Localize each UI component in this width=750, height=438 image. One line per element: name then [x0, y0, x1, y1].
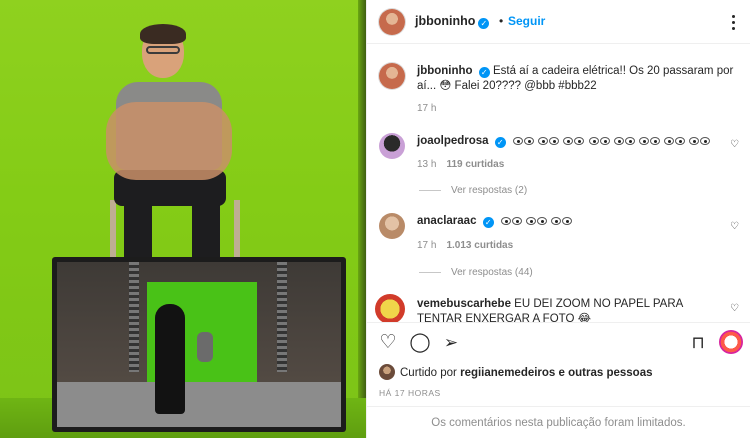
- eyes-emoji-group: [500, 215, 573, 227]
- eyes-emoji: [664, 137, 675, 145]
- like-comment-icon[interactable]: ♡: [730, 140, 740, 150]
- comment-1: joaolpedrosa ✓: [417, 134, 711, 149]
- standing-person: [155, 304, 185, 414]
- studio-wall-edge: [358, 0, 366, 438]
- truss-right: [277, 262, 287, 372]
- eyes-emoji: [588, 137, 599, 145]
- like-comment-icon[interactable]: ♡: [730, 222, 740, 232]
- post-side-panel: jbboninho ✓ • Seguir jbboninho ✓ Está aí …: [366, 0, 750, 438]
- author-username[interactable]: jbboninho ✓: [415, 14, 490, 29]
- eyes-emoji: [650, 137, 660, 145]
- eyes-emoji: [700, 137, 711, 145]
- comment-likes[interactable]: 1.013 curtidas: [446, 240, 513, 251]
- comment-likes[interactable]: 119 curtidas: [446, 159, 504, 170]
- glasses: [146, 46, 180, 54]
- eyes-emoji: [538, 137, 549, 145]
- eyes-emoji: [574, 137, 585, 145]
- hair: [140, 24, 186, 44]
- seated-figure: [197, 332, 213, 362]
- eyes-emoji-group: [512, 135, 711, 147]
- eyes-emoji: [675, 137, 686, 145]
- separator-dot: •: [499, 14, 504, 28]
- post-header: jbboninho ✓ • Seguir: [367, 0, 750, 44]
- liker-avatar[interactable]: [379, 364, 395, 380]
- view-replies-button[interactable]: Ver respostas (2): [419, 185, 527, 196]
- post-time-ago[interactable]: HÁ 17 HORAS: [379, 388, 441, 398]
- eyes-emoji: [689, 137, 700, 145]
- bookmark-icon[interactable]: ⊓: [687, 332, 709, 354]
- arms: [106, 102, 232, 180]
- reels-remix-icon[interactable]: [719, 330, 743, 354]
- comment-icon[interactable]: ◯: [409, 332, 431, 354]
- truss-left: [129, 262, 139, 372]
- author-avatar[interactable]: [379, 9, 405, 35]
- verified-icon: ✓: [478, 18, 490, 29]
- comment-avatar-joaolpedrosa[interactable]: [379, 133, 405, 159]
- eyes-emoji: [562, 217, 573, 225]
- monitor-floor: [57, 382, 341, 427]
- comment-3: vemebuscarhebe EU DEI ZOOM NO PAPEL PARA…: [417, 297, 717, 322]
- verified-icon: ✓: [482, 217, 494, 228]
- heart-icon[interactable]: ♡: [377, 332, 399, 354]
- liked-by-prefix: Curtido por: [400, 367, 457, 379]
- view-replies-button[interactable]: Ver respostas (44): [419, 267, 533, 278]
- verified-icon: ✓: [494, 137, 506, 148]
- liked-by-others[interactable]: e outras pessoas: [559, 367, 653, 379]
- comment-avatar-anaclaraac[interactable]: [379, 213, 405, 239]
- comment-3-clip: vemebuscarhebe EU DEI ZOOM NO PAPEL PARA…: [367, 290, 750, 322]
- monitor-screen: [57, 262, 341, 427]
- caption-username[interactable]: jbboninho: [417, 65, 473, 77]
- post-photo: [0, 0, 366, 438]
- eyes-emoji: [523, 137, 534, 145]
- comment-time[interactable]: 17 h: [417, 240, 436, 251]
- caption-text: jbboninho ✓ Está aí a cadeira elétrica!!…: [417, 64, 735, 94]
- liked-by-user[interactable]: regiianemedeiros: [460, 367, 555, 379]
- caption-avatar[interactable]: [379, 63, 405, 89]
- comment-username[interactable]: joaolpedrosa: [417, 135, 489, 147]
- liked-by-summary: Curtido por regiianemedeiros e outras pe…: [379, 364, 653, 380]
- eyes-emoji: [563, 137, 574, 145]
- author-name[interactable]: jbboninho: [415, 14, 475, 28]
- share-icon[interactable]: ➢: [440, 332, 462, 354]
- verified-icon: ✓: [478, 67, 490, 78]
- comment-2: anaclaraac ✓: [417, 214, 573, 229]
- comment-time[interactable]: 13 h: [417, 159, 436, 170]
- eyes-emoji: [624, 137, 635, 145]
- comment-meta: 17 h 1.013 curtidas: [417, 240, 513, 251]
- preview-monitor: [52, 257, 346, 432]
- eyes-emoji: [500, 217, 511, 225]
- comment-username[interactable]: vemebuscarhebe: [417, 298, 511, 310]
- more-options-icon[interactable]: [730, 12, 736, 32]
- comment-meta: 13 h 119 curtidas: [417, 159, 504, 170]
- eyes-emoji: [526, 217, 537, 225]
- eyes-emoji: [549, 137, 560, 145]
- eyes-emoji: [613, 137, 624, 145]
- eyes-emoji: [537, 217, 548, 225]
- eyes-emoji: [512, 137, 523, 145]
- caption-time[interactable]: 17 h: [417, 103, 436, 114]
- like-comment-icon[interactable]: ♡: [730, 304, 740, 314]
- eyes-emoji: [511, 217, 522, 225]
- comment-username[interactable]: anaclaraac: [417, 215, 476, 227]
- comment-avatar-vemebuscarhebe[interactable]: [375, 294, 405, 322]
- post-actions-bar: ♡ ◯ ➢ ⊓: [367, 322, 750, 360]
- eyes-emoji: [551, 217, 562, 225]
- eyes-emoji: [599, 137, 610, 145]
- eyes-emoji: [639, 137, 649, 145]
- comments-limited-notice: Os comentários nesta publicação foram li…: [367, 406, 750, 438]
- seated-man: [102, 24, 252, 264]
- follow-button[interactable]: Seguir: [508, 14, 545, 28]
